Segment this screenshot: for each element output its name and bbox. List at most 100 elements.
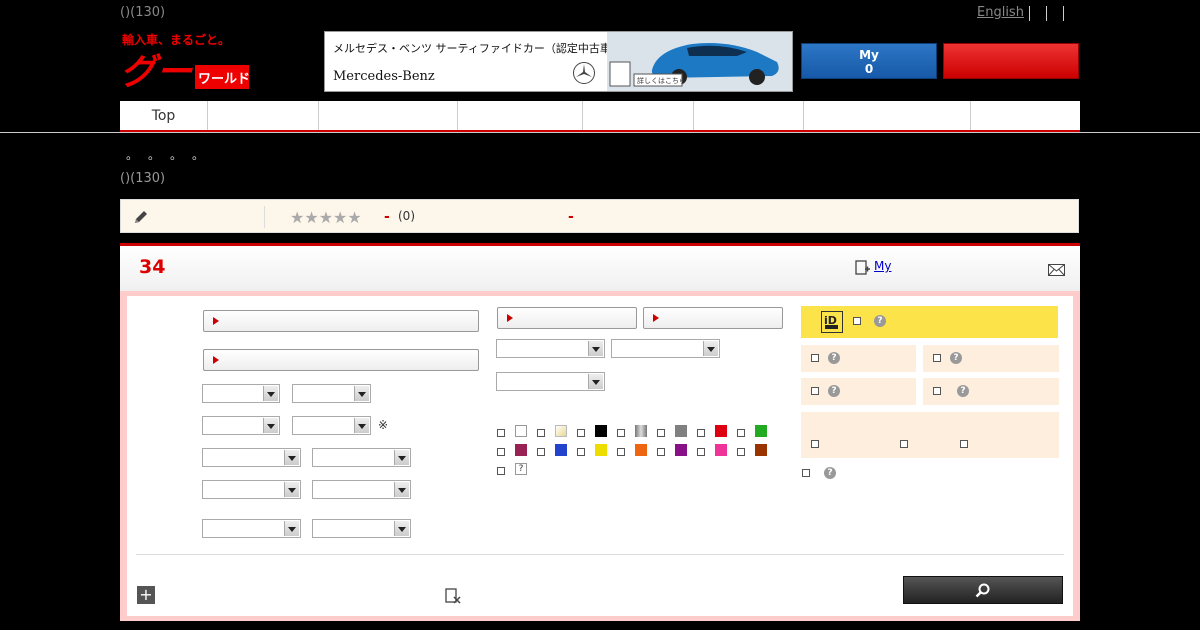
- nav-item[interactable]: [694, 101, 804, 130]
- mail-icon[interactable]: [1048, 261, 1065, 276]
- color-checkbox[interactable]: [657, 429, 665, 437]
- svg-text:グー: グー: [120, 52, 193, 92]
- nav-item[interactable]: [458, 101, 583, 130]
- option-box: ?: [923, 378, 1059, 405]
- price-min-select[interactable]: [202, 384, 280, 403]
- my-favorite-link[interactable]: My: [874, 259, 891, 273]
- shop-count: ()(130): [120, 171, 166, 186]
- nav-item-top[interactable]: Top: [120, 101, 208, 130]
- color-checkbox[interactable]: [617, 429, 625, 437]
- color-swatch-blue: [555, 444, 567, 456]
- id-badge-box: iD ?: [801, 306, 1058, 338]
- color-checkbox[interactable]: [537, 448, 545, 456]
- color-checkbox[interactable]: [577, 448, 585, 456]
- color-checkbox[interactable]: [617, 448, 625, 456]
- review-divider: [264, 206, 265, 228]
- english-link[interactable]: English: [977, 5, 1024, 20]
- search-icon: [975, 583, 990, 598]
- nav-item[interactable]: [208, 101, 319, 130]
- year-max-select[interactable]: [292, 416, 371, 435]
- option-checkbox[interactable]: [960, 440, 968, 448]
- color-swatch-gray: [675, 425, 687, 437]
- option-group-box: [801, 412, 1059, 458]
- clear-icon[interactable]: [445, 588, 461, 604]
- review-count[interactable]: (0): [398, 209, 415, 223]
- header-separator: [1046, 6, 1047, 21]
- color-swatch-pearl: [555, 425, 567, 437]
- mercedes-star-icon: [573, 62, 595, 84]
- area-select[interactable]: [643, 307, 783, 329]
- nav-item[interactable]: [583, 101, 694, 130]
- repair-select[interactable]: [312, 519, 411, 538]
- color-swatch-black: [595, 425, 607, 437]
- color-swatch-silver: [635, 425, 647, 437]
- add-favorite-icon[interactable]: [855, 260, 871, 276]
- help-icon[interactable]: ?: [824, 467, 836, 479]
- option-checkbox[interactable]: [933, 387, 941, 395]
- body-type-select[interactable]: [497, 307, 637, 329]
- color-checkbox[interactable]: [577, 429, 585, 437]
- transmission-select[interactable]: [496, 339, 605, 358]
- my-list-button[interactable]: My 0: [801, 43, 937, 79]
- nav-item[interactable]: [804, 101, 971, 130]
- plus-icon[interactable]: +: [137, 586, 155, 604]
- color-checkbox[interactable]: [697, 429, 705, 437]
- color-checkbox[interactable]: [497, 467, 505, 475]
- header-red-button[interactable]: [943, 43, 1079, 79]
- displacement-max-select[interactable]: [312, 480, 411, 499]
- ad-banner[interactable]: メルセデス・ベンツ サーティファイドカー（認定中古車） Mercedes-Ben…: [324, 31, 793, 92]
- option-checkbox[interactable]: [802, 469, 810, 477]
- form-divider: [136, 554, 1064, 555]
- color-checkbox[interactable]: [537, 429, 545, 437]
- mileage-min-select[interactable]: [202, 448, 301, 467]
- mileage-max-select[interactable]: [312, 448, 411, 467]
- color-checkbox[interactable]: [697, 448, 705, 456]
- svg-text:ワールド: ワールド: [198, 72, 250, 87]
- color-swatch-yellow: [595, 444, 607, 456]
- displacement-min-select[interactable]: [202, 480, 301, 499]
- my-button-count: 0: [864, 62, 874, 76]
- id-checkbox[interactable]: [853, 317, 861, 325]
- color-checkbox[interactable]: [497, 429, 505, 437]
- color-swatch-orange: [635, 444, 647, 456]
- color-checkbox[interactable]: [737, 429, 745, 437]
- banner-brand: Mercedes-Benz: [333, 69, 435, 84]
- option-checkbox[interactable]: [811, 440, 819, 448]
- option-checkbox[interactable]: [811, 387, 819, 395]
- help-icon[interactable]: ?: [950, 352, 962, 364]
- pencil-icon[interactable]: [133, 209, 149, 225]
- drive-select[interactable]: [611, 339, 720, 358]
- site-logo[interactable]: 輸入車、まるごと。 グー ワールド: [120, 30, 252, 93]
- maker-model-select[interactable]: [203, 310, 479, 332]
- option-checkbox[interactable]: [900, 440, 908, 448]
- help-icon[interactable]: ?: [828, 385, 840, 397]
- rating-dash: -: [384, 209, 390, 225]
- search-button[interactable]: [903, 576, 1063, 604]
- inspection-select[interactable]: [202, 519, 301, 538]
- color-swatch-red: [715, 425, 727, 437]
- header-count: ()(130): [120, 5, 166, 20]
- nav-item[interactable]: [971, 101, 1080, 130]
- option-checkbox[interactable]: [933, 354, 941, 362]
- color-checkbox[interactable]: [497, 448, 505, 456]
- help-icon[interactable]: ?: [828, 352, 840, 364]
- color-checkbox[interactable]: [657, 448, 665, 456]
- color-checkbox[interactable]: [737, 448, 745, 456]
- doors-select[interactable]: [496, 372, 605, 391]
- nav-item[interactable]: [319, 101, 458, 130]
- color-swatch-white: [515, 425, 527, 437]
- color-swatch-brown: [755, 444, 767, 456]
- review-dash: -: [568, 209, 574, 225]
- option-box: ?: [923, 345, 1059, 372]
- help-icon[interactable]: ?: [957, 385, 969, 397]
- grade-select[interactable]: [203, 349, 479, 371]
- price-max-select[interactable]: [292, 384, 371, 403]
- car-photo: 詳しくはこちら: [607, 32, 792, 91]
- year-min-select[interactable]: [202, 416, 280, 435]
- help-icon[interactable]: ?: [874, 315, 886, 327]
- color-swatch-pink: [715, 444, 727, 456]
- note-mark: ※: [378, 418, 389, 432]
- my-button-label: My: [859, 48, 879, 62]
- option-checkbox[interactable]: [811, 354, 819, 362]
- color-swatch-green: [755, 425, 767, 437]
